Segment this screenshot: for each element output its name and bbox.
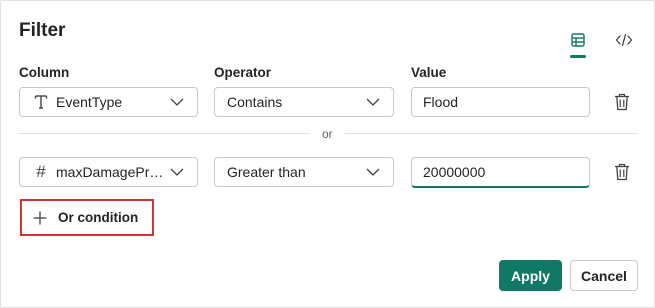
divider-left xyxy=(19,133,310,134)
text-type-icon xyxy=(30,94,52,110)
chevron-down-icon xyxy=(167,168,187,176)
column-value: EventType xyxy=(56,94,123,110)
table-view-tab[interactable] xyxy=(567,29,589,58)
trash-icon xyxy=(615,163,629,181)
trash-icon xyxy=(615,93,629,111)
operator-value: Contains xyxy=(227,94,283,110)
delete-condition-button[interactable] xyxy=(611,91,633,113)
value-text: 20000000 xyxy=(423,164,486,180)
operator-dropdown[interactable]: Contains xyxy=(214,87,394,117)
column-dropdown[interactable]: EventType xyxy=(19,87,198,117)
value-text: Flood xyxy=(423,94,459,110)
apply-button[interactable]: Apply xyxy=(499,260,562,291)
code-icon xyxy=(615,33,633,47)
chevron-down-icon xyxy=(167,98,187,106)
operator-dropdown[interactable]: Greater than xyxy=(214,157,394,187)
table-icon xyxy=(571,33,585,47)
column-dropdown[interactable]: # maxDamageProperty xyxy=(19,157,198,187)
dialog-title: Filter xyxy=(19,20,66,41)
operator-value: Greater than xyxy=(227,164,306,180)
cancel-button[interactable]: Cancel xyxy=(570,260,638,291)
filter-dialog: Filter Column Operator Value EventType C… xyxy=(0,0,655,308)
add-or-condition-button[interactable]: Or condition xyxy=(20,199,154,236)
number-type-icon: # xyxy=(36,162,46,181)
or-separator-label: or xyxy=(322,127,333,141)
or-condition-label: Or condition xyxy=(58,210,139,225)
value-input[interactable]: 20000000 xyxy=(411,157,590,188)
value-input[interactable]: Flood xyxy=(411,87,590,117)
column-header: Column xyxy=(19,65,70,80)
divider-right xyxy=(345,133,638,134)
view-tabs xyxy=(567,29,635,58)
value-header: Value xyxy=(411,65,447,80)
chevron-down-icon xyxy=(363,168,383,176)
plus-icon xyxy=(32,210,52,226)
operator-header: Operator xyxy=(214,65,272,80)
column-value: maxDamageProperty xyxy=(56,164,167,180)
delete-condition-button[interactable] xyxy=(611,161,633,183)
code-view-tab[interactable] xyxy=(613,29,635,51)
chevron-down-icon xyxy=(363,98,383,106)
